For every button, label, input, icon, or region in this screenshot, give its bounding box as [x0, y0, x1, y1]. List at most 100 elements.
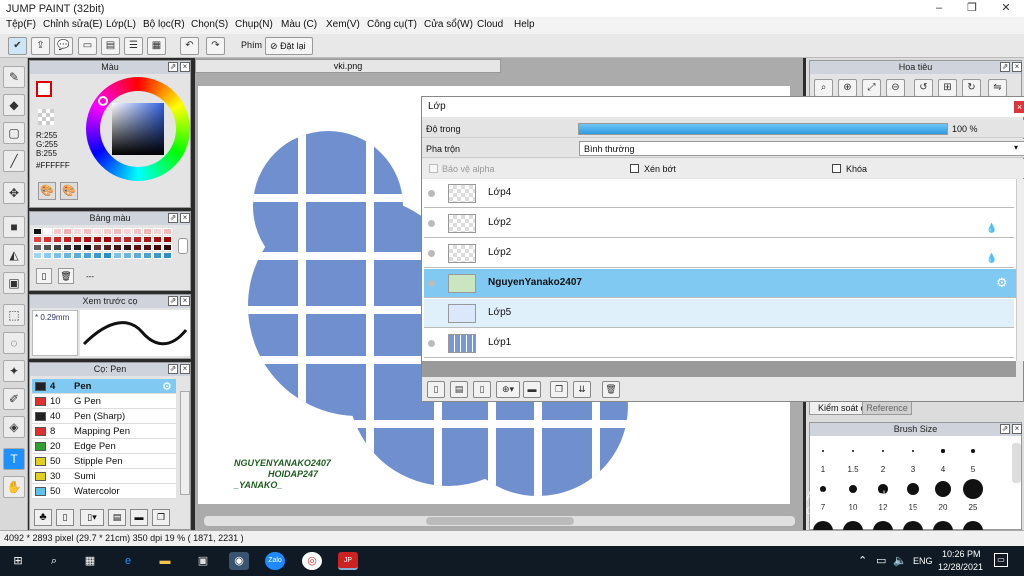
close-button[interactable]: ✕ [989, 0, 1023, 17]
palette-swatch[interactable] [123, 244, 132, 251]
panel-float-icon[interactable]: ⇗ [168, 296, 178, 306]
tab-reference[interactable]: Reference [862, 401, 912, 415]
palette-swatch[interactable] [143, 236, 152, 243]
document-tab[interactable]: vki.png [195, 59, 501, 73]
line-tool-icon[interactable]: ╱ [3, 150, 25, 172]
chevron-up-icon[interactable]: ⌃ [858, 554, 867, 567]
pen-select-icon[interactable]: ✐ [3, 388, 25, 410]
notification-icon[interactable]: ▭ [994, 553, 1008, 567]
undo-icon[interactable]: ↶ [180, 37, 199, 55]
palette-swatch[interactable] [83, 236, 92, 243]
panel-close-icon[interactable]: × [1012, 62, 1022, 72]
brush-menu-icon[interactable]: ▯▾ [80, 509, 104, 526]
palette-swatch[interactable] [143, 244, 152, 251]
brush-size-dot[interactable] [941, 449, 945, 453]
menu-file[interactable]: Tệp(F) [6, 19, 36, 30]
text-tool-icon[interactable]: T [3, 448, 25, 470]
palette-swatch[interactable] [33, 236, 42, 243]
wand-tool-icon[interactable]: ✦ [3, 360, 25, 382]
zoom-in-icon[interactable]: ⊕ [838, 79, 857, 97]
gradient-tool-icon[interactable]: ▣ [3, 272, 25, 294]
blend-mode-select[interactable]: Bình thường ▾ [579, 141, 1024, 156]
app-icon[interactable]: ◉ [229, 552, 249, 570]
palette-swatch[interactable] [93, 252, 102, 259]
menu-filter[interactable]: Bộ lọc(R) [143, 19, 185, 30]
palette-swatch[interactable] [93, 244, 102, 251]
palette-swatch[interactable] [133, 244, 142, 251]
key-label[interactable]: Phím [241, 40, 262, 50]
windows-logo-icon[interactable]: ▦ [80, 552, 100, 570]
layer-row[interactable]: Lớp2 💧 [424, 209, 1014, 238]
language-indicator[interactable]: ENG [913, 556, 933, 566]
palette-swatch[interactable] [163, 244, 172, 251]
visibility-icon[interactable] [428, 250, 435, 257]
brush-item[interactable]: 20 Edge Pen [32, 439, 176, 454]
palette-swatch[interactable] [73, 244, 82, 251]
menu-help[interactable]: Help [514, 19, 535, 30]
visibility-icon[interactable] [428, 190, 435, 197]
lasso-tool-icon[interactable]: ◌ [3, 332, 25, 354]
brush-size-dot[interactable] [882, 450, 884, 452]
select-tool-icon[interactable]: ⬚ [3, 304, 25, 326]
panel-close-icon[interactable]: × [180, 213, 190, 223]
search-icon[interactable]: ⌕ [44, 552, 64, 570]
palette-swatch[interactable] [83, 252, 92, 259]
fill-rect-icon[interactable]: ■ [3, 216, 25, 238]
palette-swatch[interactable] [43, 252, 52, 259]
palette-swatch[interactable] [113, 228, 122, 235]
redo-icon[interactable]: ↷ [206, 37, 225, 55]
panel-float-icon[interactable]: ⇗ [1000, 424, 1010, 434]
brush-copy-icon[interactable]: ▤ [108, 509, 126, 526]
panel-close-icon[interactable]: × [180, 62, 190, 72]
saturation-square[interactable] [112, 103, 164, 155]
layer-row[interactable]: Lớp2 💧 [424, 239, 1014, 268]
brush-tool-icon[interactable]: ✎ [3, 66, 25, 88]
menu-edit[interactable]: Chỉnh sửa(E) [43, 19, 103, 30]
canvas-hscroll-thumb[interactable] [426, 517, 574, 525]
network-icon[interactable]: ▭ [876, 554, 886, 567]
clip-checkbox[interactable] [630, 164, 639, 173]
palette-swatch[interactable] [103, 228, 112, 235]
palette-swatch[interactable] [63, 236, 72, 243]
palette-swatch[interactable] [63, 252, 72, 259]
palette-swatch[interactable] [53, 252, 62, 259]
eraser-tool-icon[interactable]: ◆ [3, 94, 25, 116]
palette-swatch[interactable] [153, 244, 162, 251]
grid-icon[interactable]: ▦ [147, 37, 166, 55]
layer-row[interactable]: Lớp1 [424, 329, 1014, 358]
jump-paint-icon[interactable]: JP [338, 552, 358, 570]
move-tool-icon[interactable]: ✥ [3, 182, 25, 204]
trash-icon[interactable]: 🗑 [58, 268, 74, 284]
brush-size-grid[interactable]: 1 1.5 2 3 4 5 7 10 12 15 20 25 [810, 437, 1010, 541]
export-icon[interactable]: ⇪ [31, 37, 50, 55]
check-icon[interactable]: ✔ [8, 37, 27, 55]
palette-swatch[interactable] [93, 236, 102, 243]
hand-tool-icon[interactable]: ✋ [3, 476, 25, 498]
transparent-swatch[interactable] [38, 109, 54, 125]
brush-size-dot[interactable] [912, 450, 914, 452]
palette-swatch[interactable] [133, 252, 142, 259]
menu-layer[interactable]: Lớp(L) [106, 19, 136, 30]
palette-swatch[interactable] [113, 244, 122, 251]
brush-size-dot[interactable] [935, 481, 951, 497]
panel-float-icon[interactable]: ⇗ [1000, 62, 1010, 72]
layer-row[interactable]: Lớp5 [424, 299, 1014, 328]
layers-icon[interactable]: ☰ [124, 37, 143, 55]
palette-swatch[interactable] [113, 252, 122, 259]
palette-swatch[interactable] [103, 244, 112, 251]
menu-window[interactable]: Cửa sổ(W) [424, 19, 473, 30]
duplicate-layer-icon[interactable]: ❐ [550, 381, 568, 398]
menu-view[interactable]: Xem(V) [326, 19, 360, 30]
palette2-icon[interactable]: 🎨 [60, 182, 78, 200]
edge-icon[interactable]: e [118, 552, 138, 570]
visibility-icon[interactable] [428, 340, 435, 347]
new-layer-8bit-icon[interactable]: ▯ [473, 381, 491, 398]
folder-icon[interactable]: ▬ [130, 509, 148, 526]
layer-window-close-icon[interactable]: × [1014, 101, 1024, 113]
panel-close-icon[interactable]: × [1012, 424, 1022, 434]
canvas-hscroll[interactable] [203, 515, 796, 527]
palette-swatch[interactable] [143, 252, 152, 259]
palette-swatch[interactable] [73, 228, 82, 235]
gear-icon[interactable]: ⚙ [162, 380, 172, 393]
layer-scrollbar[interactable] [1016, 179, 1024, 361]
